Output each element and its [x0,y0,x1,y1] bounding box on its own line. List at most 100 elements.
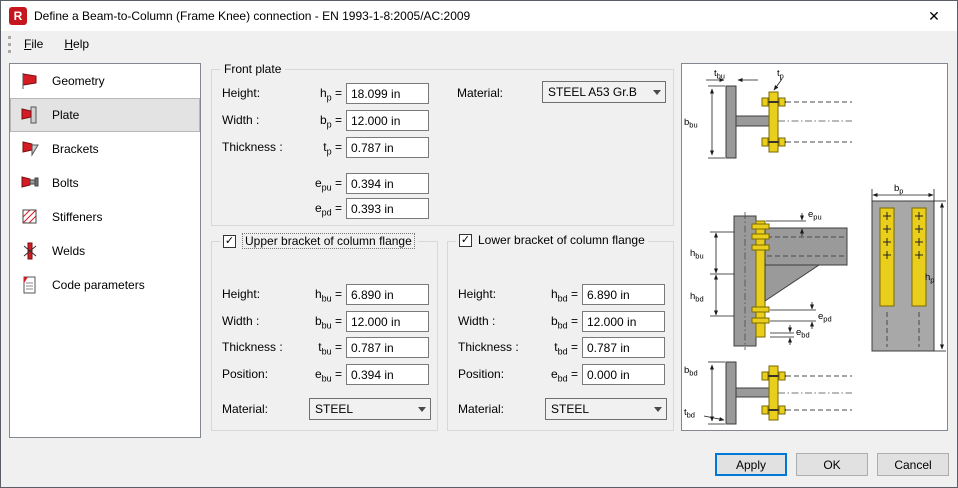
top-view: tbu tp bbu [684,68,852,158]
lower-bracket-group: ✓ Lower bracket of column flange Height:… [447,241,674,431]
menu-grip-icon [8,36,11,53]
field-label: Height: [222,287,260,301]
lower-bracket-caption: ✓ Lower bracket of column flange [456,233,648,247]
front-plate-width-input[interactable] [346,110,429,131]
sidebar-item-stiffeners[interactable]: Stiffeners [10,200,200,234]
sidebar-item-geometry[interactable]: Geometry [10,64,200,98]
field-symbol: hbd = [526,287,578,303]
front-plate-height-input[interactable] [346,83,429,104]
brackets-icon [20,139,40,159]
apply-button[interactable]: Apply [715,453,787,476]
cancel-button[interactable]: Cancel [877,453,949,476]
titlebar: R Define a Beam-to-Column (Frame Knee) c… [1,1,957,31]
dropdown-arrow-icon [648,82,665,102]
upper-bracket-width-input[interactable] [346,311,429,332]
upper-bracket-height-input[interactable] [346,284,429,305]
stiffeners-icon [20,207,40,227]
front-plate-epu-input[interactable] [346,173,429,194]
field-label: Width : [222,113,259,127]
front-plate-epd-input[interactable] [346,198,429,219]
geometry-icon [20,71,40,91]
field-symbol: bbu = [290,314,342,330]
diagram-label-t-bu: tbu [714,68,725,81]
sidebar-item-welds[interactable]: Welds [10,234,200,268]
menu-help[interactable]: Help [56,35,97,53]
lower-bracket-thickness-row: Thickness : tbd = [448,337,673,358]
app-icon: R [9,7,27,25]
lower-bracket-checkbox[interactable]: ✓ [459,234,472,247]
front-plate-epd-row: epd = [212,198,673,219]
field-label: Height: [458,287,496,301]
sidebar-item-label: Code parameters [52,278,145,292]
close-button[interactable]: ✕ [911,1,957,31]
sidebar-item-label: Plate [52,108,79,122]
lower-bracket-position-input[interactable] [582,364,665,385]
field-label: Width : [222,314,259,328]
upper-bracket-thickness-row: Thickness : tbu = [212,337,437,358]
upper-bracket-height-row: Height: hbu = [212,284,437,305]
diagram-label-t-p: tp [777,68,784,81]
lower-bracket-width-input[interactable] [582,311,665,332]
field-label: Height: [222,86,260,100]
lower-bracket-height-input[interactable] [582,284,665,305]
plate-icon [20,105,40,125]
sidebar-item-brackets[interactable]: Brackets [10,132,200,166]
bottom-view: bbd tbd [684,362,852,424]
upper-bracket-position-input[interactable] [346,364,429,385]
lower-bracket-height-row: Height: hbd = [448,284,673,305]
close-icon: ✕ [928,8,940,25]
diagram-label-b-bu: bbu [684,117,698,130]
ok-button[interactable]: OK [796,453,868,476]
dropdown-arrow-icon [649,399,666,419]
elevation-view: hbu hbd epu epd ebd [690,209,847,350]
sidebar-item-label: Welds [52,244,85,258]
material-value: STEEL A53 Gr.B [543,85,648,99]
field-label: Position: [222,367,268,381]
menu-file[interactable]: File [16,35,51,53]
sidebar-item-label: Brackets [52,142,99,156]
field-symbol: hp = [290,86,342,102]
lower-bracket-material-select[interactable]: STEEL [545,398,667,420]
sidebar-item-plate[interactable]: Plate [10,98,200,132]
upper-bracket-caption: ✓ Upper bracket of column flange [220,233,418,249]
diagram-label-h-bd: hbd [690,291,704,304]
front-plate-thickness-input[interactable] [346,137,429,158]
upper-bracket-material-select[interactable]: STEEL [309,398,431,420]
diagram-label-t-bd: tbd [684,407,695,420]
diagram-label-b-bd: bbd [684,365,698,378]
diagram-label-e-pu: epu [808,209,822,222]
field-label: Thickness : [458,340,519,354]
upper-bracket-checkbox[interactable]: ✓ [223,235,236,248]
upper-bracket-thickness-input[interactable] [346,337,429,358]
field-symbol: ebu = [290,367,342,383]
lower-bracket-label[interactable]: Lower bracket of column flange [478,233,645,247]
field-symbol: tbd = [526,340,578,356]
sidebar-item-code-parameters[interactable]: Code parameters [10,268,200,302]
field-symbol: bbd = [526,314,578,330]
field-symbol: hbu = [290,287,342,303]
material-label: Material: [222,402,268,416]
front-plate-epu-row: epu = [212,173,673,194]
bolts-icon [20,173,40,193]
material-label: Material: [457,86,503,100]
sidebar-item-bolts[interactable]: Bolts [10,166,200,200]
upper-bracket-label[interactable]: Upper bracket of column flange [242,233,415,249]
front-plate-group-label: Front plate [220,62,285,76]
field-label: Position: [458,367,504,381]
field-label: Thickness : [222,340,283,354]
diagram-panel: tbu tp bbu [681,63,948,431]
field-label: Width : [458,314,495,328]
lower-bracket-thickness-input[interactable] [582,337,665,358]
field-symbol: ebd = [526,367,578,383]
field-symbol: tp = [290,140,342,156]
lower-bracket-position-row: Position: ebd = [448,364,673,385]
front-plate-group: Front plate Height: hp = Width : bp = Th… [211,69,674,226]
front-plate-material-select[interactable]: STEEL A53 Gr.B [542,81,666,103]
sidebar-item-label: Geometry [52,74,105,88]
front-plate-width-row: Width : bp = [212,110,673,131]
field-label: Thickness : [222,140,283,154]
lower-bracket-width-row: Width : bbd = [448,311,673,332]
dialog-window: R Define a Beam-to-Column (Frame Knee) c… [0,0,958,488]
material-value: STEEL [310,402,413,416]
diagram-label-e-pd: epd [818,311,832,324]
